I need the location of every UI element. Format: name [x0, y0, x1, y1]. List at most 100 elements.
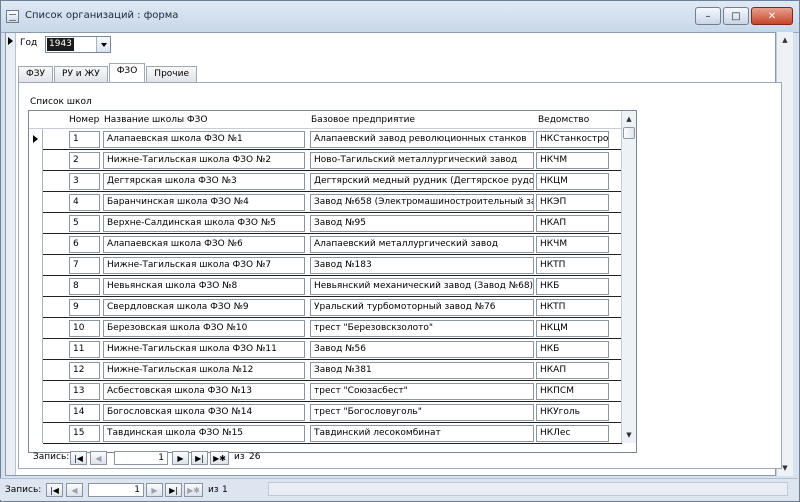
header-number: Номер [69, 115, 100, 125]
cell-school-name[interactable]: Березовская школа ФЗО №10 [103, 320, 305, 337]
cell-base-enterprise[interactable]: Завод №95 [310, 215, 534, 232]
new-record-button[interactable]: ▶✱ [184, 483, 203, 497]
cell-number[interactable]: 1 [69, 131, 100, 148]
cell-number[interactable]: 10 [69, 320, 100, 337]
tab-fzo[interactable]: ФЗО [108, 63, 146, 82]
cell-school-name[interactable]: Асбестовская школа ФЗО №13 [103, 383, 305, 400]
last-record-button[interactable]: ▶| [191, 451, 208, 465]
scroll-thumb[interactable] [623, 127, 635, 139]
cell-school-name[interactable]: Богословская школа ФЗО №14 [103, 404, 305, 421]
cell-base-enterprise[interactable]: Тавдинский лесокомбинат [310, 425, 534, 442]
close-button[interactable]: ✕ [751, 7, 793, 25]
of-label: из [234, 452, 245, 462]
cell-base-enterprise[interactable]: Дегтярский медный рудник (Дегтярское руд… [310, 173, 534, 190]
subform-vertical-scrollbar[interactable]: ▲ ▼ [621, 111, 636, 443]
first-record-button[interactable]: |◀ [70, 451, 87, 465]
previous-record-button[interactable]: ◀ [66, 483, 83, 497]
tab-ru-zhu[interactable]: РУ и ЖУ [54, 66, 108, 82]
cell-department[interactable]: НКСтанкострой [536, 131, 609, 148]
cell-department[interactable]: НКЦМ [536, 173, 609, 190]
schools-subform: Номер Название школы ФЗО Базовое предпри… [28, 110, 637, 453]
cell-number[interactable]: 11 [69, 341, 100, 358]
table-row: 10 Березовская школа ФЗО №10 трест "Березо… [43, 318, 622, 339]
cell-department[interactable]: НКБ [536, 341, 609, 358]
first-record-button[interactable]: |◀ [46, 483, 63, 497]
tab-fzu[interactable]: ФЗУ [18, 66, 54, 82]
cell-department[interactable]: НКЧМ [536, 236, 609, 253]
next-record-button[interactable]: ▶ [172, 451, 189, 465]
cell-number[interactable]: 15 [69, 425, 100, 442]
cell-department[interactable]: НКБ [536, 278, 609, 295]
cell-department[interactable]: НКПСМ [536, 383, 609, 400]
cell-department[interactable]: НКАП [536, 215, 609, 232]
cell-base-enterprise[interactable]: Ново-Тагильский металлургический завод [310, 152, 534, 169]
cell-base-enterprise[interactable]: трест "Богословуголь" [310, 404, 534, 421]
last-record-button[interactable]: ▶| [165, 483, 182, 497]
cell-number[interactable]: 9 [69, 299, 100, 316]
cell-school-name[interactable]: Верхне-Салдинская школа ФЗО №5 [103, 215, 305, 232]
cell-department[interactable]: НКЭП [536, 194, 609, 211]
cell-school-name[interactable]: Нижне-Тагильская школа ФЗО №2 [103, 152, 305, 169]
year-combobox[interactable]: 1943 [45, 36, 111, 53]
cell-department[interactable]: НКТП [536, 257, 609, 274]
next-record-button[interactable]: ▶ [146, 483, 163, 497]
cell-school-name[interactable]: Алапаевская школа ФЗО №1 [103, 131, 305, 148]
total-records: 1 [222, 485, 228, 495]
cell-base-enterprise[interactable]: Уральский турбомоторный завод №76 [310, 299, 534, 316]
cell-base-enterprise[interactable]: Алапаевский завод революционных станков [310, 131, 534, 148]
cell-department[interactable]: НКЦМ [536, 320, 609, 337]
cell-base-enterprise[interactable]: трест "Союзасбест" [310, 383, 534, 400]
table-row: 4 Баранчинская школа ФЗО №4 Завод №658 (Эл… [43, 192, 622, 213]
previous-record-button[interactable]: ◀ [90, 451, 107, 465]
cell-number[interactable]: 7 [69, 257, 100, 274]
tab-strip: ФЗУ РУ и ЖУ ФЗО Прочие [18, 63, 198, 82]
new-record-button[interactable]: ▶✱ [210, 451, 229, 465]
scroll-up-icon[interactable]: ▲ [621, 111, 636, 127]
table-row: 2 Нижне-Тагильская школа ФЗО №2 Ново-Тагил… [43, 150, 622, 171]
maximize-button[interactable]: □ [723, 7, 749, 25]
form-record-selector[interactable] [6, 33, 16, 475]
cell-number[interactable]: 12 [69, 362, 100, 379]
cell-number[interactable]: 6 [69, 236, 100, 253]
minimize-button[interactable]: – [695, 7, 721, 25]
cell-school-name[interactable]: Свердловская школа ФЗО №9 [103, 299, 305, 316]
cell-school-name[interactable]: Баранчинская школа ФЗО №4 [103, 194, 305, 211]
cell-number[interactable]: 2 [69, 152, 100, 169]
cell-school-name[interactable]: Дегтярская школа ФЗО №3 [103, 173, 305, 190]
current-record-field[interactable]: 1 [88, 483, 144, 497]
cell-department[interactable]: НКУголь [536, 404, 609, 421]
cell-department[interactable]: НКАП [536, 362, 609, 379]
cell-base-enterprise[interactable]: трест "Березовскзолото" [310, 320, 534, 337]
cell-base-enterprise[interactable]: Завод №183 [310, 257, 534, 274]
dropdown-arrow-icon[interactable] [96, 37, 110, 52]
cell-base-enterprise[interactable]: Завод №381 [310, 362, 534, 379]
cell-number[interactable]: 14 [69, 404, 100, 421]
cell-department[interactable]: НКЧМ [536, 152, 609, 169]
cell-base-enterprise[interactable]: Завод №658 (Электромашиностроительный за… [310, 194, 534, 211]
tab-other[interactable]: Прочие [146, 66, 197, 82]
form-horizontal-scrollbar[interactable] [268, 482, 788, 496]
year-value[interactable]: 1943 [47, 38, 74, 51]
table-row: 14 Богословская школа ФЗО №14 трест "Богос… [43, 402, 622, 423]
cell-school-name[interactable]: Нижне-Тагильская школа ФЗО №11 [103, 341, 305, 358]
scroll-up-icon[interactable]: ▲ [777, 32, 793, 48]
cell-department[interactable]: НКТП [536, 299, 609, 316]
cell-school-name[interactable]: Нижне-Тагильская школа №12 [103, 362, 305, 379]
cell-number[interactable]: 4 [69, 194, 100, 211]
current-record-field[interactable]: 1 [114, 451, 168, 465]
cell-number[interactable]: 3 [69, 173, 100, 190]
cell-number[interactable]: 5 [69, 215, 100, 232]
cell-school-name[interactable]: Нижне-Тагильская школа ФЗО №7 [103, 257, 305, 274]
record-selector-column[interactable] [29, 129, 43, 443]
cell-department[interactable]: НКЛес [536, 425, 609, 442]
cell-base-enterprise[interactable]: Алапаевский металлургический завод [310, 236, 534, 253]
cell-school-name[interactable]: Алапаевская школа ФЗО №6 [103, 236, 305, 253]
cell-school-name[interactable]: Невьянская школа ФЗО №8 [103, 278, 305, 295]
cell-base-enterprise[interactable]: Завод №56 [310, 341, 534, 358]
cell-number[interactable]: 13 [69, 383, 100, 400]
cell-base-enterprise[interactable]: Невьянский механический завод (Завод №68… [310, 278, 534, 295]
window-controls: – □ ✕ [695, 7, 793, 25]
cell-number[interactable]: 8 [69, 278, 100, 295]
cell-school-name[interactable]: Тавдинская школа ФЗО №15 [103, 425, 305, 442]
scroll-down-icon[interactable]: ▼ [621, 427, 636, 443]
